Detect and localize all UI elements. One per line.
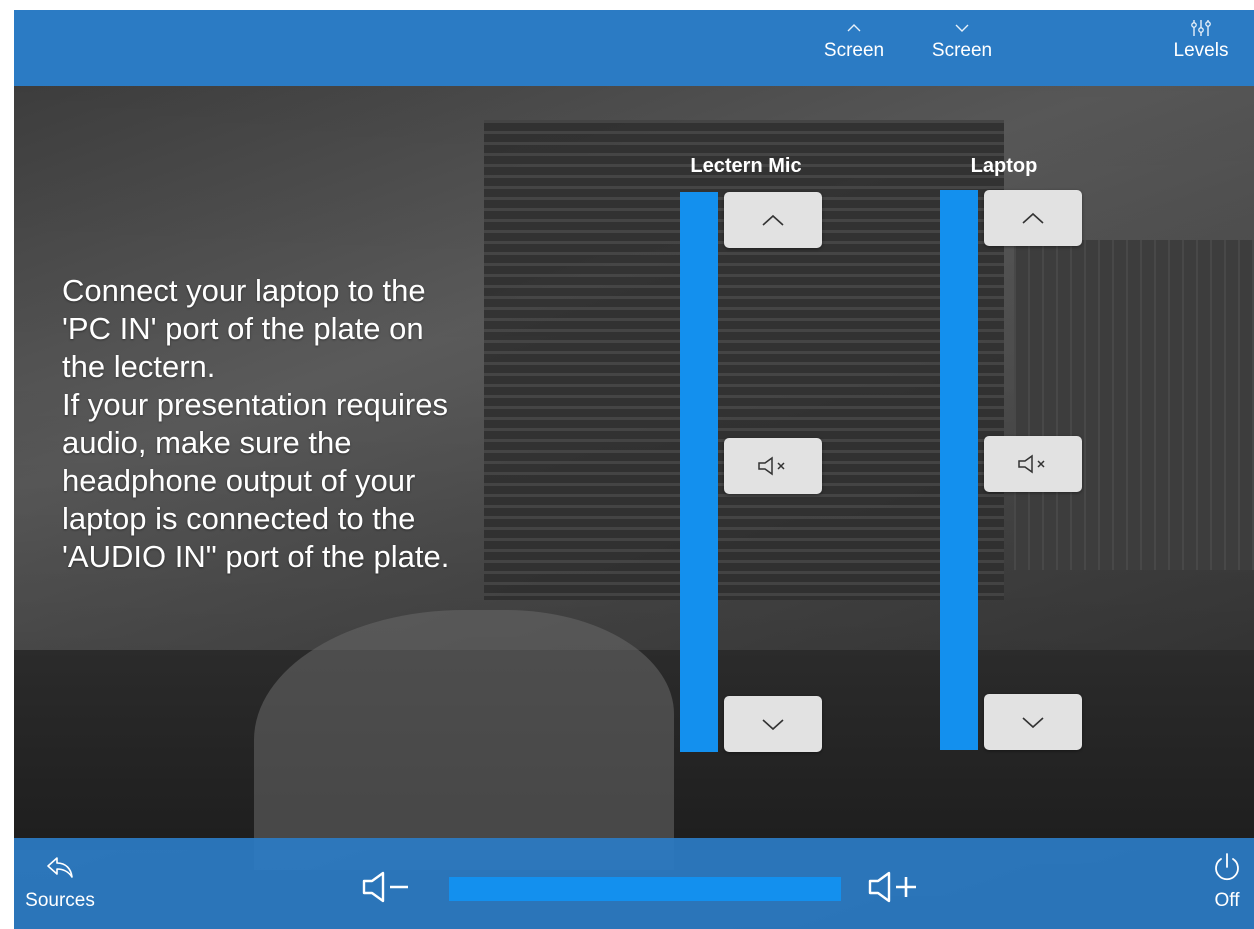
instruction-line: 'PC IN' port of the plate on xyxy=(62,311,424,346)
sliders-icon xyxy=(1166,16,1236,40)
walkway xyxy=(254,610,674,870)
screen-down-button[interactable]: Screen xyxy=(922,16,1002,80)
chevron-up-icon xyxy=(1021,211,1045,225)
chevron-down-icon xyxy=(1021,715,1045,729)
laptop-mute-button[interactable] xyxy=(984,436,1082,492)
instruction-line: Connect your laptop to the xyxy=(62,273,426,308)
volume-down-button[interactable] xyxy=(356,862,426,912)
speaker-mute-icon xyxy=(1015,454,1051,474)
instruction-line: the lectern. xyxy=(62,349,216,384)
screen-up-label: Screen xyxy=(823,40,885,61)
volume-up-icon xyxy=(864,871,944,916)
speaker-mute-icon xyxy=(755,456,791,476)
sources-label: Sources xyxy=(25,890,95,911)
off-label: Off xyxy=(1214,890,1240,911)
master-volume-slider[interactable] xyxy=(449,877,841,901)
screen-down-label: Screen xyxy=(931,40,993,61)
levels-label: Levels xyxy=(1173,40,1229,61)
lectern-mic-mute-button[interactable] xyxy=(724,438,822,494)
instruction-line: 'AUDIO IN" port of the plate. xyxy=(62,539,450,574)
instruction-line: audio, make sure the xyxy=(62,425,352,460)
lectern-mic-volume-up-button[interactable] xyxy=(724,192,822,248)
lectern-mic-volume-down-button[interactable] xyxy=(724,696,822,752)
instruction-line: If your presentation requires xyxy=(62,387,448,422)
lectern-mic-title: Lectern Mic xyxy=(690,155,802,177)
lectern-mic-level-fill xyxy=(680,192,718,752)
chevron-up-icon xyxy=(814,16,894,40)
laptop-title: Laptop xyxy=(970,155,1038,177)
laptop-volume-up-button[interactable] xyxy=(984,190,1082,246)
instructions-text: Connect your laptop to the 'PC IN' port … xyxy=(62,272,562,576)
laptop-level-meter[interactable] xyxy=(940,190,978,750)
laptop-volume-down-button[interactable] xyxy=(984,694,1082,750)
top-bar: Screen Screen Levels xyxy=(14,10,1254,86)
bottom-bar: Sources Off xyxy=(14,838,1254,929)
chevron-down-icon xyxy=(922,16,1002,40)
levels-button[interactable]: Levels xyxy=(1166,16,1236,80)
lectern-mic-level-meter[interactable] xyxy=(680,192,718,752)
building-wing xyxy=(1014,240,1254,570)
power-off-button[interactable]: Off xyxy=(1200,850,1254,912)
volume-up-button[interactable] xyxy=(864,862,944,912)
master-volume-fill xyxy=(449,877,841,901)
touch-panel: Screen Screen Levels Connect your laptop… xyxy=(14,10,1254,929)
instruction-line: headphone output of your xyxy=(62,463,416,498)
screen-up-button[interactable]: Screen xyxy=(814,16,894,80)
chevron-down-icon xyxy=(761,717,785,731)
laptop-level-fill xyxy=(940,190,978,750)
sources-button[interactable]: Sources xyxy=(14,850,106,912)
power-icon xyxy=(1200,850,1254,890)
back-arrow-icon xyxy=(14,850,106,890)
chevron-up-icon xyxy=(761,213,785,227)
instruction-line: laptop is connected to the xyxy=(62,501,416,536)
volume-down-icon xyxy=(356,871,426,916)
